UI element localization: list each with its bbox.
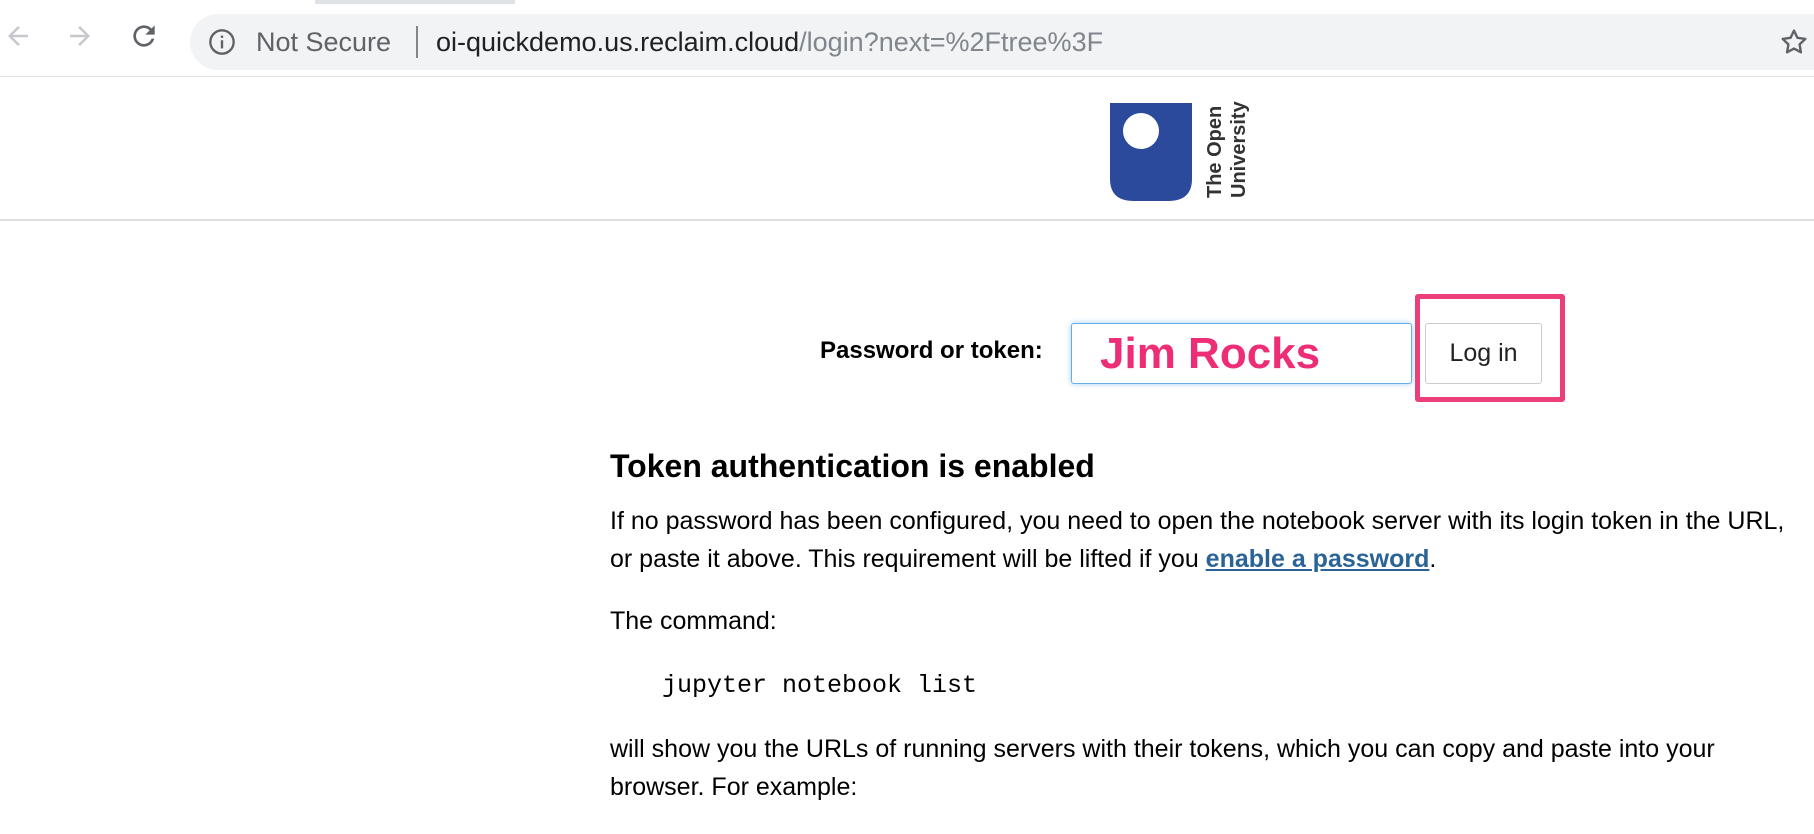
forward-button[interactable]: [62, 18, 98, 54]
info-circle-icon[interactable]: [208, 28, 236, 56]
logo-text-line1: The Open: [1204, 106, 1226, 198]
command-code: jupyter notebook list: [662, 671, 978, 700]
security-status-label[interactable]: Not Secure: [256, 26, 391, 58]
page-header: The Open University: [0, 76, 1814, 221]
omnibox-divider: [416, 26, 418, 58]
url-host: oi-quickdemo.us.reclaim.cloud: [436, 27, 800, 57]
url-text[interactable]: oi-quickdemo.us.reclaim.cloud/login?next…: [436, 26, 1103, 58]
star-icon[interactable]: [1778, 26, 1810, 58]
url-path: /login?next=%2Ftree%3F: [799, 27, 1104, 57]
enable-password-link[interactable]: enable a password: [1206, 545, 1430, 573]
command-explanation: will show you the URLs of running server…: [610, 735, 1715, 801]
main-content: Token authentication is enabled If no pa…: [610, 440, 1790, 806]
arrow-left-icon: [8, 26, 28, 46]
auth-description-end: .: [1429, 545, 1437, 573]
reload-icon: [133, 25, 155, 47]
arrow-right-icon: [70, 26, 90, 46]
password-label: Password or token:: [820, 337, 1043, 364]
auth-description-text: If no password has been configured, you …: [610, 507, 1785, 573]
login-button[interactable]: Log in: [1425, 323, 1542, 384]
auth-heading: Token authentication is enabled: [610, 448, 1095, 484]
command-intro: The command:: [610, 607, 777, 635]
auth-description: If no password has been configured, you …: [610, 502, 1790, 578]
reload-button[interactable]: [126, 18, 162, 54]
logo-text-line2: University: [1228, 101, 1250, 198]
password-input[interactable]: [1071, 323, 1412, 384]
browser-toolbar: Not Secure oi-quickdemo.us.reclaim.cloud…: [0, 4, 1814, 76]
open-university-logo[interactable]: The Open University: [1108, 101, 1253, 205]
back-button[interactable]: [0, 18, 36, 54]
address-bar[interactable]: Not Secure oi-quickdemo.us.reclaim.cloud…: [190, 14, 1814, 70]
